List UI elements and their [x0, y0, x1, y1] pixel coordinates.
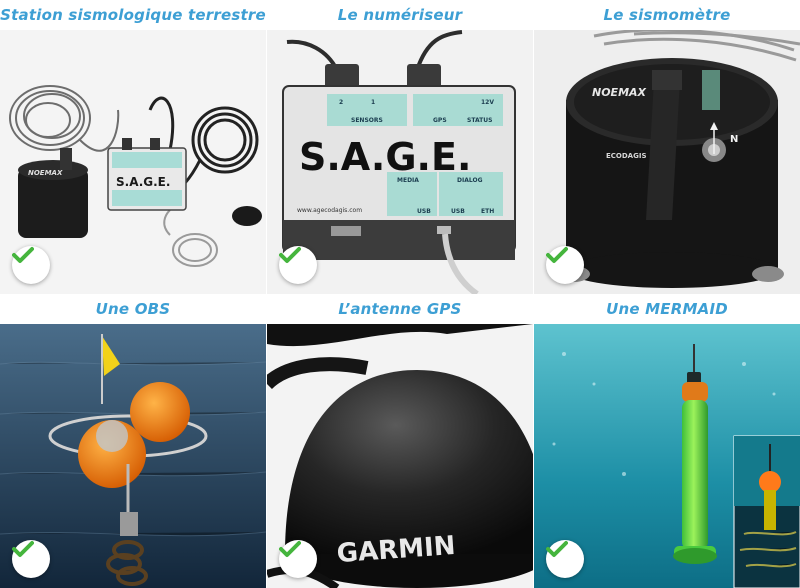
eth-label: ETH: [481, 208, 494, 215]
panel-digitizer: Le numériseur 2 1 12V SENSORS GPS STATUS…: [267, 0, 533, 294]
checkmark-icon: [12, 247, 34, 263]
checkmark-badge: [546, 246, 584, 284]
checkmark-badge: [279, 540, 317, 578]
panel-caption: Station sismologique terrestre: [0, 6, 266, 24]
gps-antenna-photo: GARMIN: [267, 324, 533, 588]
panel-caption: L’antenne GPS: [338, 300, 462, 318]
land-station-photo: NOEMAX S.A.G.E.: [0, 30, 266, 294]
checkmark-icon: [12, 541, 34, 557]
checkmark-icon: [279, 247, 301, 263]
brand-text: NOEMAX: [592, 86, 647, 99]
status-label: STATUS: [467, 117, 492, 124]
panel-land-station: Station sismologique terrestre NOEMAX S.…: [0, 0, 266, 294]
panel-obs: Une OBS: [0, 294, 266, 588]
usb-right-label: USB: [451, 208, 465, 215]
small-logo-text: S.A.G.E.: [116, 175, 170, 189]
checkmark-icon: [546, 541, 568, 557]
digitizer-photo: 2 1 12V SENSORS GPS STATUS MEDIA DIALOG …: [267, 30, 533, 294]
checkmark-badge: [12, 540, 50, 578]
maker-text: ECODAGIS: [606, 152, 647, 160]
panel-caption: Une MERMAID: [606, 300, 728, 318]
panel-caption: Le numériseur: [337, 6, 463, 24]
usb-left-label: USB: [417, 208, 431, 215]
checkmark-icon: [546, 247, 568, 263]
port-2-label: 2: [339, 99, 343, 106]
sensor-brand-text: NOEMAX: [28, 169, 63, 177]
gps-label: GPS: [433, 117, 447, 124]
website-text: www.agecodagis.com: [297, 207, 362, 214]
panel-caption: Une OBS: [95, 300, 171, 318]
checkmark-badge: [279, 246, 317, 284]
panel-mermaid: Une MERMAID: [534, 294, 800, 588]
big-logo-text: S.A.G.E.: [299, 135, 471, 179]
volt-label: 12V: [481, 99, 494, 106]
panel-seismometer: Le sismomètre NOEMAX ECODAGIS N: [534, 0, 800, 294]
seismometer-photo: NOEMAX ECODAGIS N: [534, 30, 800, 294]
checkmark-badge: [12, 246, 50, 284]
sensors-label: SENSORS: [351, 117, 383, 124]
checkmark-badge: [546, 540, 584, 578]
port-1-label: 1: [371, 99, 375, 106]
panel-gps-antenna: L’antenne GPS GARMIN: [267, 294, 533, 588]
checkmark-icon: [279, 541, 301, 557]
panel-caption: Le sismomètre: [603, 6, 731, 24]
mermaid-photo: [534, 324, 800, 588]
obs-photo: [0, 324, 266, 588]
north-text: N: [730, 134, 738, 145]
